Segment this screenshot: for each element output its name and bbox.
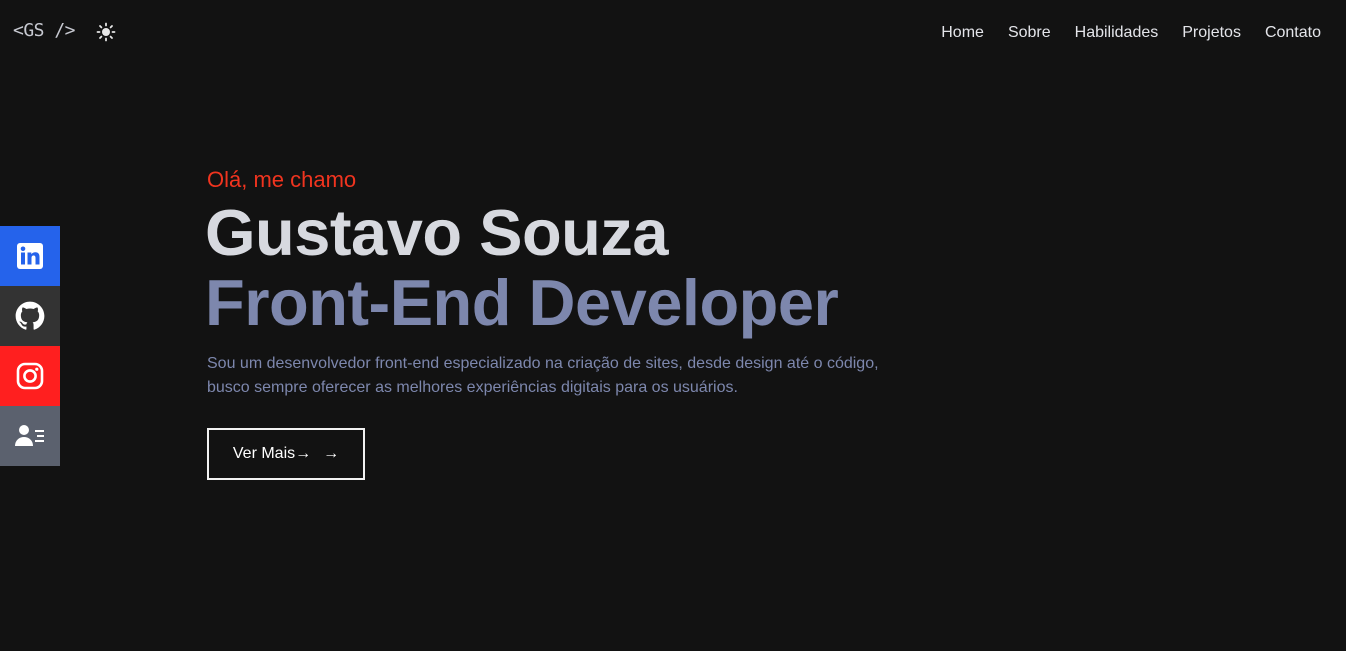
hero-description: Sou um desenvolvedor front-end especiali…: [207, 352, 927, 400]
nav-habilidades[interactable]: Habilidades: [1075, 24, 1159, 42]
github-icon: [15, 301, 45, 330]
social-sidebar: [0, 226, 60, 466]
arrow-right-icon: →: [323, 445, 340, 462]
nav-sobre[interactable]: Sobre: [1008, 24, 1051, 42]
hero-description-line2: busco sempre oferecer as melhores experi…: [207, 379, 738, 396]
ver-mais-label: Ver Mais→: [232, 445, 312, 462]
theme-toggle-button[interactable]: [96, 22, 116, 42]
hero-greeting: Olá, me chamo: [207, 167, 357, 192]
nav-projetos[interactable]: Projetos: [1182, 24, 1241, 42]
instagram-link[interactable]: [0, 346, 60, 406]
linkedin-link[interactable]: [0, 226, 60, 286]
ver-mais-button[interactable]: Ver Mais→ →: [207, 428, 365, 480]
site-header: <GS /> Home Sobre Habilidades Projetos C…: [0, 0, 1346, 66]
contact-card-icon: [15, 425, 44, 446]
hero-role: Front-End Developer: [205, 266, 839, 339]
main-nav: Home Sobre Habilidades Projetos Contato: [941, 24, 1321, 42]
resume-link[interactable]: [0, 406, 60, 466]
linkedin-icon: [17, 243, 43, 269]
github-link[interactable]: [0, 286, 60, 346]
hero-section: Olá, me chamo Gustavo Souza Front-End De…: [205, 166, 967, 400]
nav-contato[interactable]: Contato: [1265, 24, 1321, 42]
hero-name: Gustavo Souza: [205, 196, 669, 269]
nav-home[interactable]: Home: [941, 24, 984, 42]
instagram-icon: [16, 362, 44, 390]
logo[interactable]: <GS />: [13, 20, 76, 41]
sun-icon: [96, 22, 116, 42]
hero-description-line1: Sou um desenvolvedor front-end especiali…: [207, 355, 879, 372]
